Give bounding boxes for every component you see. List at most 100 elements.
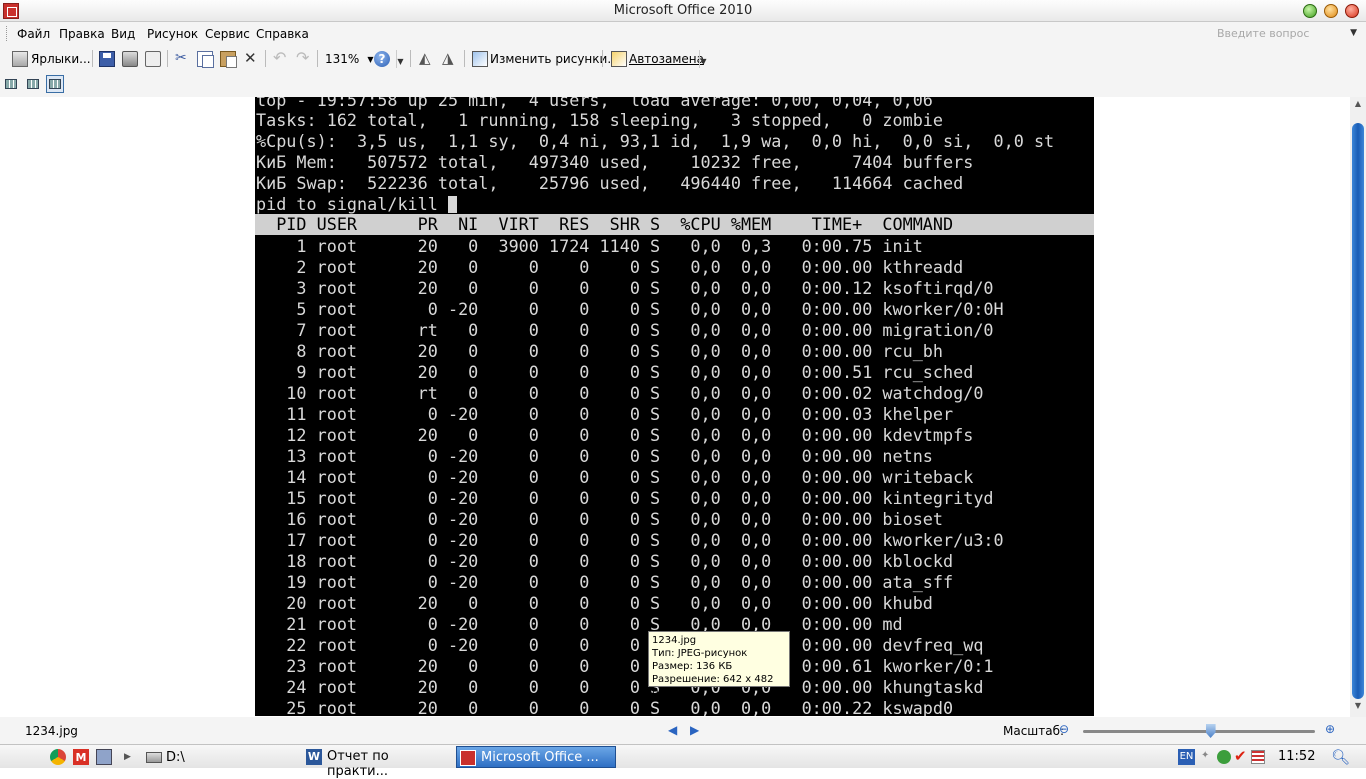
edit-pictures-icon bbox=[472, 51, 488, 67]
menu-help[interactable]: Справка bbox=[256, 27, 309, 41]
process-row: 13 root 0 -20 0 0 0 S 0,0 0,0 0:00.00 ne… bbox=[256, 446, 933, 466]
process-row: 16 root 0 -20 0 0 0 S 0,0 0,0 0:00.00 bi… bbox=[256, 509, 944, 529]
redo-icon bbox=[295, 48, 311, 67]
cut-button[interactable] bbox=[174, 49, 190, 69]
chevron-right-icon[interactable]: ▶ bbox=[124, 747, 131, 767]
virtualbox-icon[interactable] bbox=[96, 749, 112, 765]
status-filename: 1234.jpg bbox=[25, 724, 78, 738]
copy-button[interactable] bbox=[197, 49, 214, 69]
undo-button[interactable] bbox=[272, 48, 288, 69]
view-toolbar bbox=[0, 72, 1366, 97]
menu-view[interactable]: Вид bbox=[111, 27, 135, 41]
zoom-combo[interactable]: 131% ▼ bbox=[325, 49, 373, 69]
tray-expand-icon[interactable]: ✦ bbox=[1201, 750, 1215, 764]
displayed-picture: top - 19:57:58 up 25 min, 4 users, load … bbox=[255, 97, 1094, 716]
scroll-up-icon[interactable]: ▲ bbox=[1352, 99, 1364, 111]
mail-icon[interactable]: M bbox=[73, 749, 89, 765]
zoom-slider[interactable] bbox=[1083, 730, 1315, 733]
process-row: 20 root 20 0 0 0 0 S 0,0 0,0 0:00.00 khu… bbox=[256, 593, 933, 613]
thumbnails-view-icon bbox=[5, 79, 17, 89]
drive-d-button[interactable]: D:\ bbox=[146, 747, 185, 767]
tooltip-resolution: Разрешение: 642 x 482 пкс bbox=[652, 674, 774, 698]
taskbar-word-document[interactable]: W Отчет по практи... bbox=[303, 746, 453, 779]
print-preview-button[interactable] bbox=[145, 49, 161, 69]
toolbar-overflow-button[interactable]: ▼ bbox=[396, 50, 404, 68]
clock[interactable]: 11:52 bbox=[1278, 749, 1315, 764]
terminal-line: КиБ Swap: 522236 total, 25796 used, 4964… bbox=[256, 173, 964, 193]
menu-file[interactable]: Файл bbox=[17, 27, 50, 41]
search-icon[interactable]: 🔍︎ bbox=[1331, 748, 1350, 766]
help-button[interactable]: ? bbox=[374, 49, 390, 69]
rotate-right-icon bbox=[442, 49, 458, 67]
previous-picture-icon[interactable]: ◀ bbox=[668, 723, 677, 737]
process-row: 8 root 20 0 0 0 0 S 0,0 0,0 0:00.00 rcu_… bbox=[256, 341, 944, 361]
copy-icon bbox=[197, 51, 214, 68]
window-title: Microsoft Office 2010 bbox=[613, 3, 753, 18]
rotate-left-icon bbox=[419, 49, 435, 67]
terminal-prompt: pid to signal/kill bbox=[256, 194, 457, 215]
single-picture-view-icon bbox=[49, 79, 61, 89]
zoom-out-icon[interactable]: ⊖ bbox=[1059, 722, 1075, 738]
print-button[interactable] bbox=[122, 49, 138, 69]
us-flag-icon[interactable] bbox=[1251, 750, 1265, 764]
redo-button[interactable] bbox=[295, 48, 311, 69]
terminal-line: Tasks: 162 total, 1 running, 158 sleepin… bbox=[256, 110, 944, 130]
filmstrip-view-button[interactable] bbox=[24, 75, 42, 93]
toolbar-separator bbox=[602, 50, 603, 67]
save-button[interactable] bbox=[99, 49, 115, 69]
rotate-left-button[interactable] bbox=[419, 49, 435, 69]
language-indicator[interactable]: EN bbox=[1178, 749, 1195, 765]
delete-button[interactable] bbox=[243, 49, 259, 69]
process-row: 21 root 0 -20 0 0 0 S 0,0 0,0 0:00.00 md bbox=[256, 614, 903, 634]
process-row: 19 root 0 -20 0 0 0 S 0,0 0,0 0:00.00 at… bbox=[256, 572, 954, 592]
toolbar-overflow-button[interactable]: ▼ bbox=[699, 50, 707, 68]
process-row: 14 root 0 -20 0 0 0 S 0,0 0,0 0:00.00 wr… bbox=[256, 467, 974, 487]
zoom-in-icon[interactable]: ⊕ bbox=[1325, 722, 1341, 738]
antivirus-icon[interactable]: ✔ bbox=[1234, 747, 1248, 765]
autocorrect-button[interactable]: Автозамена bbox=[611, 49, 704, 69]
scroll-down-icon[interactable]: ▼ bbox=[1352, 701, 1364, 713]
status-bar: 1234.jpg ◀ ▶ Масштаб: ⊖ ⊕ bbox=[0, 717, 1366, 744]
delete-icon bbox=[243, 49, 259, 67]
single-picture-view-button[interactable] bbox=[46, 75, 64, 93]
taskbar: M ▶ D:\ W Отчет по практи... Microsoft O… bbox=[0, 744, 1366, 779]
maximize-button[interactable] bbox=[1324, 4, 1338, 18]
rotate-right-button[interactable] bbox=[442, 49, 458, 69]
help-icon: ? bbox=[374, 51, 390, 67]
word-icon: W bbox=[306, 749, 322, 765]
chrome-icon[interactable] bbox=[50, 749, 66, 765]
taskbar-office-picture-manager[interactable]: Microsoft Office ... bbox=[456, 746, 616, 768]
filmstrip-view-icon bbox=[27, 79, 39, 89]
edit-pictures-button[interactable]: Изменить рисунки... bbox=[472, 49, 619, 69]
close-button[interactable] bbox=[1345, 4, 1359, 18]
vertical-scrollbar[interactable]: ▲ ▼ bbox=[1350, 97, 1366, 717]
menu-tools[interactable]: Сервис bbox=[205, 27, 250, 41]
minimize-button[interactable] bbox=[1303, 4, 1317, 18]
toolbar: Ярлыки... 131% ▼ ? ▼ Изменить рисунки...… bbox=[0, 45, 1366, 72]
terminal-line: %Cpu(s): 3,5 us, 1,1 sy, 0,4 ni, 93,1 id… bbox=[256, 131, 1055, 151]
next-picture-icon[interactable]: ▶ bbox=[690, 723, 699, 737]
scrollbar-thumb[interactable] bbox=[1352, 123, 1364, 699]
terminal-cursor bbox=[447, 196, 457, 213]
process-row: 12 root 20 0 0 0 0 S 0,0 0,0 0:00.00 kde… bbox=[256, 425, 974, 445]
apple-icon[interactable] bbox=[21, 747, 37, 765]
process-row: 7 root rt 0 0 0 0 S 0,0 0,0 0:00.00 migr… bbox=[256, 320, 994, 340]
menu-picture[interactable]: Рисунок bbox=[147, 27, 198, 41]
menu-edit[interactable]: Правка bbox=[59, 27, 105, 41]
chevron-down-icon[interactable]: ▼ bbox=[1350, 28, 1357, 38]
process-row: 23 root 20 0 0 0 0 S 0,0 0,0 0:00.61 kwo… bbox=[256, 656, 994, 676]
shortcuts-button[interactable]: Ярлыки... bbox=[12, 49, 91, 69]
zoom-slider-thumb[interactable] bbox=[1205, 724, 1216, 738]
terminal-line: КиБ Mem: 507572 total, 497340 used, 1023… bbox=[256, 152, 974, 172]
menu-grip[interactable] bbox=[6, 26, 9, 41]
ask-question-box[interactable]: Введите вопрос ▼ bbox=[1213, 25, 1363, 43]
process-row: 2 root 20 0 0 0 0 S 0,0 0,0 0:00.00 kthr… bbox=[256, 257, 964, 277]
thumbnails-view-button[interactable] bbox=[2, 75, 20, 93]
picture-viewer[interactable]: top - 19:57:58 up 25 min, 4 users, load … bbox=[0, 97, 1350, 717]
toolbar-separator bbox=[317, 50, 318, 67]
process-row: 25 root 20 0 0 0 0 S 0,0 0,0 0:00.22 ksw… bbox=[256, 698, 954, 716]
shortcuts-label: Ярлыки... bbox=[31, 52, 91, 66]
paste-button[interactable] bbox=[220, 49, 237, 69]
network-icon[interactable] bbox=[1217, 750, 1231, 764]
autocorrect-icon bbox=[611, 51, 627, 67]
